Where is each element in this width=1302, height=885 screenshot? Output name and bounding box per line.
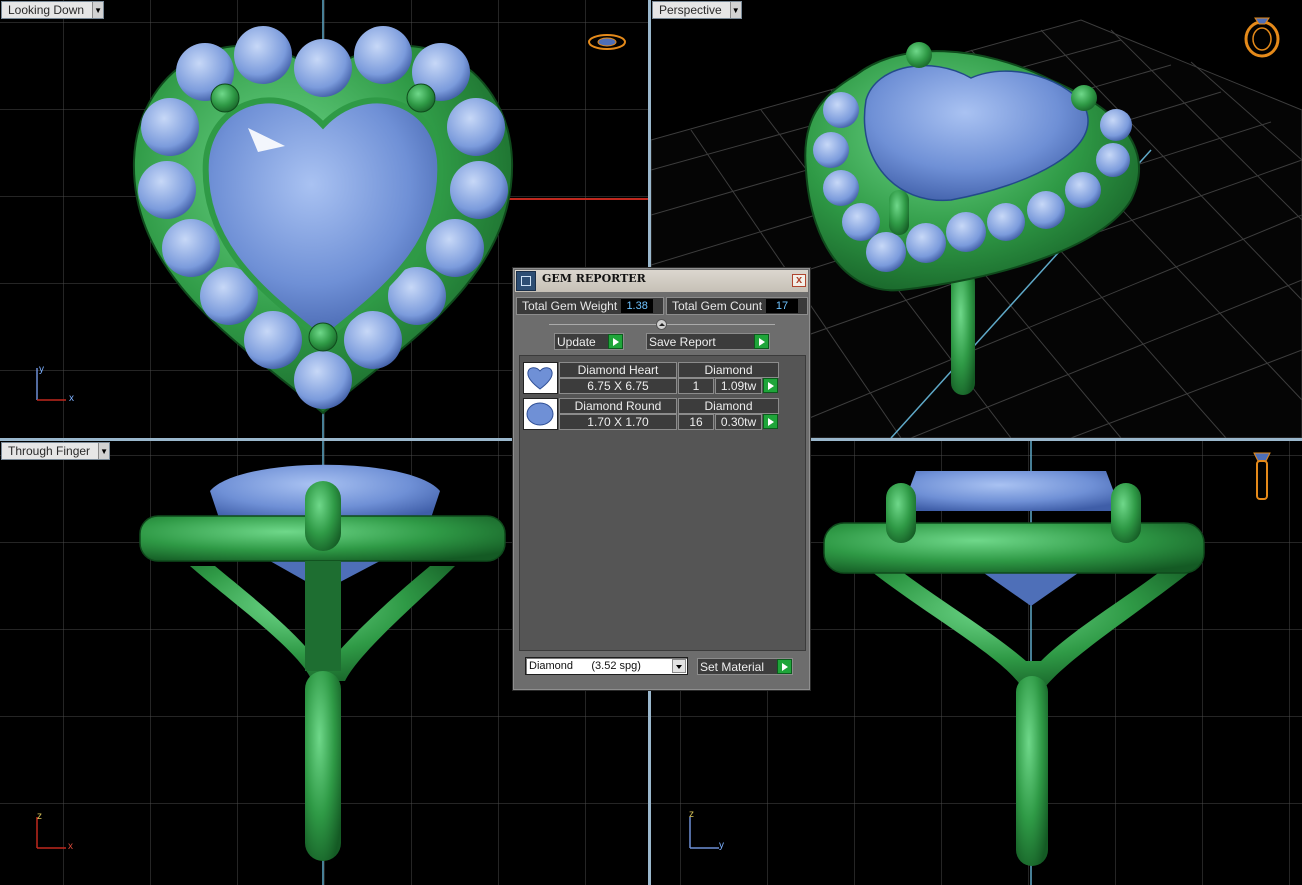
round-gem-thumbnail-icon — [523, 398, 558, 430]
axis-label-horizontal: x — [68, 841, 73, 852]
total-gem-weight-value: 1.38 — [621, 299, 654, 313]
play-arrow-icon[interactable] — [763, 414, 778, 429]
gem-reporter-dialog: GEM REPORTER x Total Gem Weight 1.38 Tot… — [512, 267, 811, 691]
set-material-button-label: Set Material — [700, 659, 765, 674]
viewport-label-through-finger[interactable]: Through Finger ▼ — [1, 442, 111, 460]
total-gem-count-label: Total Gem Count — [672, 299, 763, 313]
viewport-label-looking-down[interactable]: Looking Down ▼ — [1, 1, 105, 19]
total-gem-weight-label: Total Gem Weight — [522, 299, 618, 313]
gem-row-heart[interactable]: Diamond Heart Diamond 6.75 X 6.75 1 1.09… — [522, 361, 782, 394]
chevron-down-icon[interactable]: ▼ — [98, 443, 110, 459]
ring-top-view-icon — [588, 34, 626, 50]
gem-size: 6.75 X 6.75 — [559, 378, 677, 394]
axis-label-horizontal: y — [719, 840, 724, 851]
viewport-label-perspective[interactable]: Perspective ▼ — [652, 1, 742, 19]
total-gem-weight: Total Gem Weight 1.38 — [516, 297, 664, 315]
play-arrow-icon[interactable] — [763, 378, 778, 393]
play-arrow-icon[interactable] — [777, 659, 792, 674]
total-gem-count: Total Gem Count 17 — [666, 297, 808, 315]
ring-perspective-icon — [1244, 17, 1280, 58]
splitter-knob-icon[interactable] — [656, 319, 667, 330]
material-select-value: Diamond (3.52 spg) — [529, 660, 641, 672]
update-button-label: Update — [557, 334, 596, 349]
dialog-title: GEM REPORTER — [542, 271, 646, 285]
gem-name: Diamond Heart — [559, 362, 677, 378]
chevron-down-icon[interactable]: ▼ — [92, 2, 104, 18]
material-select[interactable]: Diamond (3.52 spg) — [525, 657, 688, 675]
gem-material: Diamond — [678, 398, 779, 414]
gem-size: 1.70 X 1.70 — [559, 414, 677, 430]
gem-material: Diamond — [678, 362, 779, 378]
chevron-down-icon[interactable]: ▼ — [729, 2, 741, 18]
gem-row-round[interactable]: Diamond Round Diamond 1.70 X 1.70 16 0.3… — [522, 397, 782, 430]
close-icon[interactable]: x — [792, 274, 806, 287]
chevron-down-icon[interactable] — [672, 659, 686, 673]
gem-list[interactable]: Diamond Heart Diamond 6.75 X 6.75 1 1.09… — [519, 355, 806, 651]
gem-name: Diamond Round — [559, 398, 677, 414]
save-report-button[interactable]: Save Report — [646, 333, 770, 350]
axis-label-vertical: z — [689, 809, 694, 820]
play-arrow-icon[interactable] — [754, 334, 769, 349]
dialog-titlebar[interactable]: GEM REPORTER x — [515, 270, 808, 292]
set-material-button[interactable]: Set Material — [697, 658, 793, 675]
heart-gem-thumbnail-icon — [523, 362, 558, 394]
axis-label-horizontal: x — [69, 393, 74, 404]
gem-count: 1 — [678, 378, 714, 394]
total-gem-count-value: 17 — [766, 299, 799, 313]
gem-weight: 0.30tw — [715, 414, 762, 430]
ring-side-view-icon — [1253, 452, 1271, 500]
gem-reporter-app-icon — [516, 271, 536, 291]
axis-label-vertical: y — [39, 364, 44, 375]
gem-count: 16 — [678, 414, 714, 430]
save-report-button-label: Save Report — [649, 334, 716, 349]
play-arrow-icon[interactable] — [608, 334, 623, 349]
axis-label-vertical: z — [37, 811, 42, 822]
update-button[interactable]: Update — [554, 333, 624, 350]
gem-weight: 1.09tw — [715, 378, 762, 394]
